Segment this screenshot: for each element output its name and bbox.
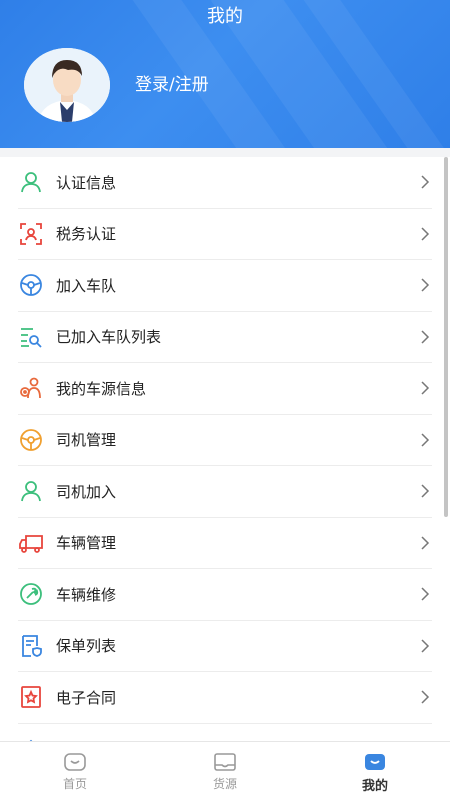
document-shield-icon <box>18 633 44 659</box>
avatar-icon <box>24 48 110 122</box>
tab-home[interactable]: 首页 <box>0 742 150 800</box>
menu-list: 认证信息 税务认证 加入车队 已加入车队列表 我的车源信息 司机管理 司机加入 … <box>0 157 450 741</box>
menu-item-driver-join[interactable]: 司机加入 <box>18 466 432 518</box>
menu-item-label: 我的车源信息 <box>56 379 147 398</box>
login-register-link[interactable]: 登录/注册 <box>135 73 209 97</box>
chevron-right-icon <box>418 278 432 292</box>
menu-item-label: 保单列表 <box>56 637 117 656</box>
menu-item-label: 司机管理 <box>56 431 117 450</box>
menu-item-e-contract[interactable]: 电子合同 <box>18 672 432 724</box>
chevron-right-icon <box>418 175 432 189</box>
menu-item-label: 已加入车队列表 <box>56 328 162 347</box>
steering-wheel-icon <box>18 272 44 298</box>
menu-item-vehicle-repair[interactable]: 车辆维修 <box>18 569 432 621</box>
page-title: 我的 <box>207 6 243 27</box>
menu-item-label: 税务认证 <box>56 225 117 244</box>
chevron-right-icon <box>418 690 432 704</box>
face-scan-icon <box>18 221 44 247</box>
avatar[interactable] <box>24 48 110 122</box>
driver-icon <box>18 375 44 401</box>
tab-profile[interactable]: 我的 <box>300 742 450 800</box>
menu-item-vehicle-management[interactable]: 车辆管理 <box>18 518 432 569</box>
chevron-right-icon <box>418 330 432 344</box>
menu-item-partial[interactable] <box>18 724 432 741</box>
cargo-icon <box>214 753 236 771</box>
list-search-icon <box>18 324 44 350</box>
menu-item-driver-management[interactable]: 司机管理 <box>18 415 432 466</box>
tab-label: 我的 <box>361 779 388 794</box>
chevron-right-icon <box>418 536 432 550</box>
chevron-right-icon <box>418 639 432 653</box>
tab-label: 货源 <box>212 777 237 791</box>
scrollbar[interactable] <box>444 157 448 517</box>
steering-wheel-icon <box>18 427 44 453</box>
menu-item-label: 车辆维修 <box>56 585 117 604</box>
menu-item-tax-certification[interactable]: 税务认证 <box>18 209 432 260</box>
menu-item-label: 认证信息 <box>56 173 117 192</box>
bottom-tab-bar: 首页 货源 我的 <box>0 741 450 800</box>
chevron-right-icon <box>418 227 432 241</box>
wrench-icon <box>18 581 44 607</box>
menu-item-label: 车辆管理 <box>56 534 117 553</box>
chevron-right-icon <box>418 381 432 395</box>
tab-label: 首页 <box>62 777 87 791</box>
user-icon <box>18 169 44 195</box>
contract-icon <box>18 684 44 710</box>
profile-header: 我的 登录/注册 <box>0 0 450 148</box>
home-icon <box>64 753 86 771</box>
menu-item-label: 电子合同 <box>56 688 117 707</box>
menu-item-certification-info[interactable]: 认证信息 <box>18 157 432 209</box>
menu-item-label: 司机加入 <box>56 482 117 501</box>
tab-cargo[interactable]: 货源 <box>150 742 300 800</box>
user-icon <box>18 478 44 504</box>
chevron-right-icon <box>418 433 432 447</box>
menu-item-policy-list[interactable]: 保单列表 <box>18 621 432 672</box>
menu-item-join-fleet[interactable]: 加入车队 <box>18 260 432 312</box>
truck-icon <box>18 530 44 556</box>
menu-item-joined-fleet-list[interactable]: 已加入车队列表 <box>18 312 432 363</box>
profile-icon <box>365 754 385 770</box>
chevron-right-icon <box>418 484 432 498</box>
menu-item-label: 加入车队 <box>56 276 117 295</box>
menu-item-my-vehicle-info[interactable]: 我的车源信息 <box>18 363 432 415</box>
chevron-right-icon <box>418 587 432 601</box>
